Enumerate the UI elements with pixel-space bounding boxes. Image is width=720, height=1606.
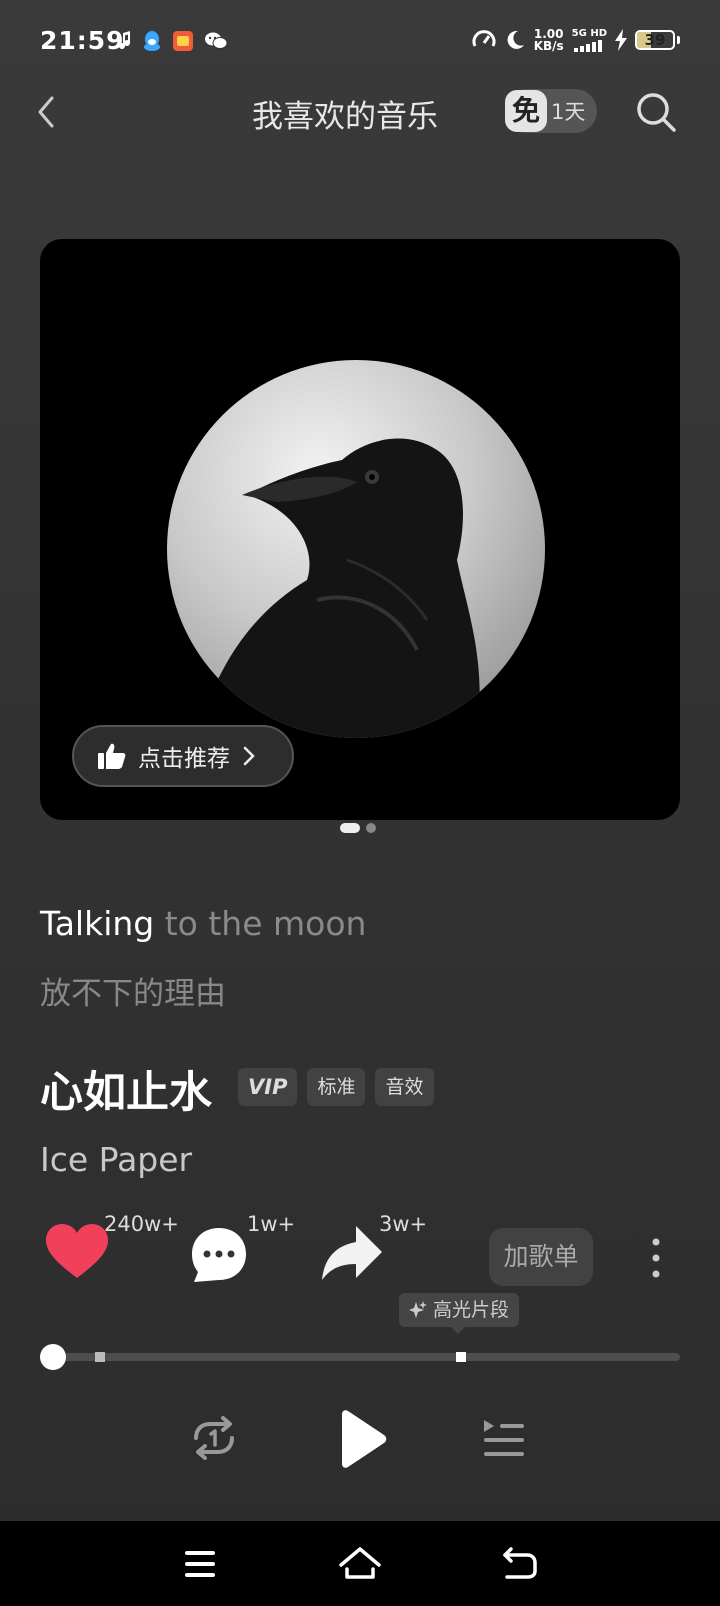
net-speed-unit: KB/s [533, 39, 564, 53]
more-options-icon[interactable] [640, 1236, 672, 1280]
album-art-raven [167, 360, 545, 738]
playlist-queue-icon[interactable] [482, 1418, 526, 1458]
repeat-one-icon[interactable] [190, 1416, 238, 1460]
net-speed: 1.00 KB/s [534, 28, 564, 52]
lyric-sung-part: Talking [40, 904, 155, 943]
share-arrow-icon [322, 1226, 382, 1280]
song-tags: VIP 标准 音效 [238, 1068, 434, 1106]
pager-dot [366, 823, 376, 833]
highlight-segment-chip[interactable]: 高光片段 [399, 1293, 520, 1334]
lyric-current-line[interactable]: Talking to the moon [40, 904, 366, 943]
sparkle-icon [409, 1301, 427, 1318]
share-button[interactable] [320, 1224, 384, 1284]
comment-bubble-icon [192, 1228, 246, 1282]
chevron-right-icon [243, 746, 255, 766]
recommend-button[interactable]: 点击推荐 [72, 725, 294, 787]
comment-button[interactable] [190, 1226, 248, 1284]
heart-icon [46, 1224, 108, 1278]
album-card[interactable]: 点击推荐 [40, 239, 680, 820]
share-count: 3w+ [379, 1212, 428, 1236]
battery-indicator: 39 [635, 30, 680, 50]
highlight-label: 高光片段 [433, 1299, 510, 1321]
wechat-icon [205, 32, 228, 49]
system-nav-bar [0, 1521, 720, 1606]
recommend-label: 点击推荐 [138, 746, 230, 772]
sound-effect-tag[interactable]: 音效 [375, 1068, 434, 1106]
home-icon[interactable] [335, 1539, 385, 1589]
status-bar: 21:59 1.00 KB/s 5G HD 39 [0, 0, 720, 84]
like-button[interactable] [46, 1224, 110, 1282]
free-days: 1天 [551, 100, 586, 124]
progress-knob[interactable] [40, 1344, 66, 1370]
free-trial-badge[interactable]: 免 1天 [505, 89, 598, 133]
add-to-playlist-button[interactable]: 加歌单 [489, 1228, 593, 1286]
quality-tag[interactable]: 标准 [307, 1068, 366, 1106]
lyric-next-line[interactable]: 放不下的理由 [40, 968, 226, 1013]
status-time: 21:59 [40, 26, 125, 55]
charging-bolt-icon [615, 29, 627, 51]
progress-bar[interactable] [52, 1353, 680, 1361]
lyric-unsung-part: to the moon [154, 904, 367, 943]
qq-penguin-icon [144, 31, 160, 51]
artist-name[interactable]: Ice Paper [40, 1140, 192, 1179]
vip-tag: VIP [238, 1068, 298, 1106]
play-icon[interactable] [336, 1410, 388, 1468]
pager-dot-active [340, 823, 360, 833]
free-icon: 免 [505, 90, 547, 132]
back-button[interactable] [28, 92, 68, 132]
comment-count: 1w+ [247, 1212, 296, 1236]
page-title: 我喜欢的音乐 [252, 99, 438, 135]
highlight-start-marker [95, 1352, 105, 1362]
speedometer-icon [472, 30, 496, 47]
system-status: 1.00 KB/s 5G HD 39 [472, 28, 680, 52]
menu-icon[interactable] [175, 1539, 225, 1589]
battery-level: 39 [644, 31, 666, 49]
back-nav-icon[interactable] [495, 1539, 545, 1589]
network-signal: 5G HD [572, 28, 607, 52]
song-title: 心如止水 [40, 1068, 212, 1118]
highlight-end-marker [456, 1352, 466, 1362]
thumbs-up-icon [98, 743, 126, 769]
search-icon[interactable] [634, 90, 678, 134]
music-note-icon [119, 31, 131, 50]
app-badge-icon [173, 31, 193, 51]
header: 我喜欢的音乐 免 1天 [0, 84, 720, 140]
like-count: 240w+ [104, 1212, 179, 1236]
moon-icon [507, 30, 524, 49]
network-type: 5G HD [571, 28, 607, 39]
signal-bars-icon [574, 40, 603, 52]
carousel-pager [340, 823, 376, 833]
notification-icons [118, 30, 228, 52]
